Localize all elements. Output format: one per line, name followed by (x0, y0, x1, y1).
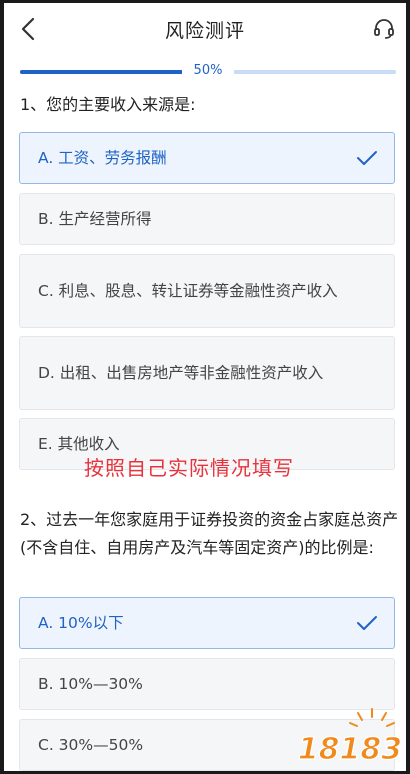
app-header: 风险测评 (4, 3, 406, 53)
annotation-text: 按照自己实际情况填写 (84, 456, 294, 480)
svg-text:18183: 18183 (298, 732, 402, 767)
question-1: 1、您的主要收入来源是: (20, 95, 196, 114)
q1-option-b[interactable]: B. 生产经营所得 (19, 193, 395, 245)
q1-option-d[interactable]: D. 出租、出售房地产等非金融性资产收入 (19, 336, 395, 410)
progress-bar: 50% (4, 59, 406, 83)
option-label: A. 10%以下 (38, 613, 124, 632)
option-label: C. 30%—50% (38, 735, 144, 754)
q1-option-a[interactable]: A. 工资、劳务报酬 (19, 132, 395, 184)
phone-screen: 风险测评 50% 1、您的主要收入来源是: A. 工资、劳务报酬 B. 生产经营… (4, 3, 406, 771)
q1-option-c[interactable]: C. 利息、股息、转让证券等金融性资产收入 (19, 254, 395, 328)
option-label: C. 利息、股息、转让证券等金融性资产收入 (38, 281, 338, 300)
watermark-logo: 18183 (297, 708, 403, 768)
check-icon (357, 151, 377, 165)
progress-fill (20, 70, 208, 74)
option-label: B. 10%—30% (38, 674, 143, 693)
check-icon (357, 616, 377, 630)
headset-icon[interactable] (372, 17, 396, 41)
page-title: 风险测评 (164, 20, 245, 42)
option-label: D. 出租、出售房地产等非金融性资产收入 (38, 363, 324, 382)
q2-option-b[interactable]: B. 10%—30% (19, 658, 395, 710)
progress-label: 50% (182, 61, 234, 81)
q2-option-a[interactable]: A. 10%以下 (19, 597, 395, 649)
option-label: A. 工资、劳务报酬 (38, 148, 167, 167)
option-label: B. 生产经营所得 (38, 209, 152, 228)
question-2: 2、过去一年您家庭用于证券投资的资金占家庭总资产(不含自住、自用房产及汽车等固定… (20, 510, 399, 557)
